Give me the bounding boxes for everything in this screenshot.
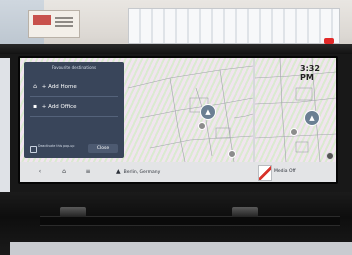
media-widget[interactable]: Media Off [258, 165, 328, 181]
popup-footer: Deactivate this pop-up Close [28, 144, 120, 154]
back-icon[interactable]: ‹ [32, 162, 48, 182]
deactivate-label: Deactivate this pop-up [38, 144, 75, 148]
media-thumbnail [258, 165, 272, 181]
dash-knob-left [60, 207, 86, 217]
clock: 3:32 PM [300, 64, 320, 82]
wall-poster [28, 10, 80, 38]
divider [30, 96, 118, 97]
map-poi-icon[interactable] [198, 122, 206, 130]
bottom-navigation-bar: ‹ ⌂ ≡ ▲ Berlin, Germany Media Off [20, 162, 336, 182]
add-home-label: + Add Home [41, 84, 77, 90]
floor [10, 242, 352, 255]
air-vent [40, 216, 340, 226]
menu-icon[interactable]: ≡ [80, 162, 96, 182]
map-poi-icon[interactable] [290, 128, 298, 136]
briefcase-icon: ▪ [32, 103, 38, 110]
home-icon: ⌂ [33, 83, 37, 90]
home-nav-icon[interactable]: ⌂ [56, 162, 72, 182]
media-status-label: Media Off [274, 169, 296, 174]
vehicle-position-marker-secondary: ▲ [304, 110, 320, 126]
add-office-button[interactable]: ▪ + Add Office [30, 102, 120, 112]
dashboard-top-edge [0, 44, 352, 54]
photo-scene: ▲ ▲ 3:32 PM Favourite destinations ⌂ + A… [0, 0, 352, 255]
map-poi-icon[interactable] [228, 150, 236, 158]
navigation-arrow-icon: ▲ [116, 168, 121, 175]
add-office-label: + Add Office [41, 104, 77, 110]
add-home-button[interactable]: ⌂ + Add Home [30, 82, 120, 92]
favourites-popup: Favourite destinations ⌂ + Add Home ▪ + … [24, 62, 124, 158]
vehicle-position-marker: ▲ [200, 104, 216, 120]
window-blinds [128, 8, 340, 44]
divider [30, 116, 118, 117]
dash-knob-right [232, 207, 258, 217]
location-label: Berlin, Germany [123, 170, 161, 175]
deactivate-checkbox[interactable] [30, 146, 37, 153]
split-view-divider [253, 58, 255, 162]
current-location[interactable]: ▲ Berlin, Germany [116, 162, 160, 182]
recenter-button[interactable] [326, 152, 334, 160]
popup-title: Favourite destinations [51, 65, 97, 70]
close-button[interactable]: Close [88, 144, 118, 153]
infotainment-screen: ▲ ▲ 3:32 PM Favourite destinations ⌂ + A… [18, 56, 338, 184]
